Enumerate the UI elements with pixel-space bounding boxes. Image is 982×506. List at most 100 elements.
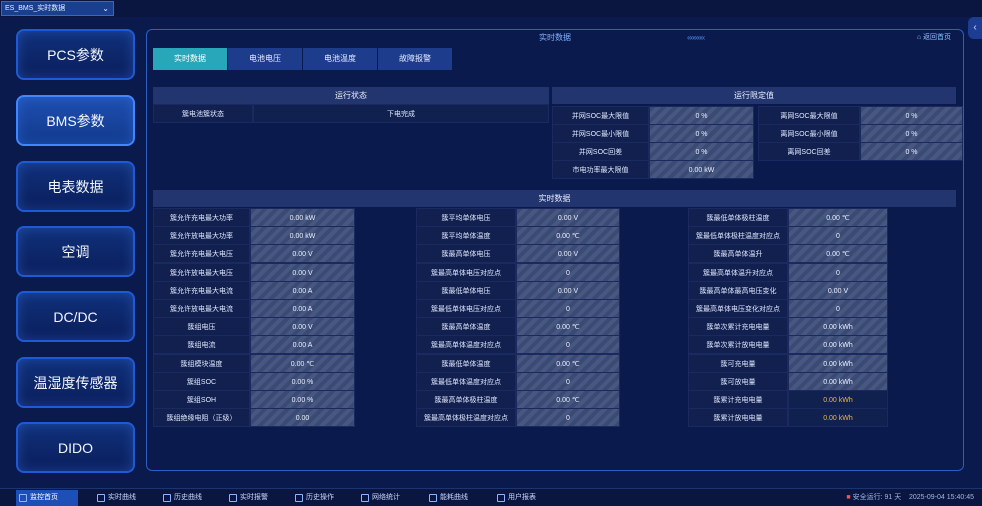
realtime-value: 0.00 ℃ [788,208,888,227]
realtime-value: 0.00 V [250,263,355,282]
nav-button-aircon[interactable]: 空调 [16,226,135,277]
realtime-value: 0.00 V [250,244,355,263]
run-state-header: 运行状态 [153,87,549,104]
nav-button-sensor[interactable]: 温湿度传感器 [16,357,135,408]
home-icon [19,494,27,502]
limit-value: 0.00 kW [649,160,754,179]
realtime-label: 簇允许放电最大电流 [153,299,250,318]
bottom-nav-realtime-curve[interactable]: 实时曲线 [94,490,156,506]
collapse-panel-button[interactable]: ‹ [968,17,982,39]
limit-value: 0 % [860,106,963,125]
realtime-value: 0.00 V [516,281,620,300]
nav-button-label: 空调 [61,244,90,260]
realtime-label: 簇单次累计充电电量 [688,317,788,336]
realtime-value: 0.00 kWh [788,317,888,336]
realtime-label: 簇最高单体温升对应点 [688,263,788,282]
bottom-nav-energy-curve[interactable]: 能耗曲线 [426,490,488,506]
home-link[interactable]: ⌂ 返回首页 [917,30,951,46]
realtime-value: 0.00 kWh [788,390,888,409]
realtime-value: 0.00 ℃ [516,354,620,373]
bottom-nav-label: 实时报警 [240,494,268,501]
realtime-value: 0.00 A [250,299,355,318]
limit-label: 市电功率最大限值 [552,160,649,179]
limit-label: 离网SOC最大限值 [758,106,860,125]
alarm-icon: ■ [846,494,851,501]
realtime-label: 簇最低单体电压对应点 [416,299,516,318]
realtime-label: 簇可充电量 [688,354,788,373]
window-select[interactable]: ES_BMS_实时数据 ⌄ [1,1,114,16]
realtime-label: 簇最高单体温升 [688,244,788,263]
realtime-label: 簇允许充电最大电压 [153,244,250,263]
title-bar: ES_BMS_实时数据 ⌄ [0,0,982,17]
realtime-value: 0.00 ℃ [516,226,620,245]
limit-value: 0 % [649,124,754,143]
bottom-nav-label: 监控首页 [30,494,58,501]
history-curve-icon [163,494,171,502]
network-stats-icon [361,494,369,502]
tab-alarm[interactable]: 故障报警 [378,48,453,70]
tab-bar: 实时数据 电池电压 电池温度 故障报警 [153,48,453,70]
energy-curve-icon [429,494,437,502]
bottom-nav-label: 用户报表 [508,494,536,501]
realtime-label: 簇最低单体电压 [416,281,516,300]
bottom-nav-history-curve[interactable]: 历史曲线 [160,490,222,506]
limit-label: 并网SOC回差 [552,142,649,161]
realtime-label: 簇累计充电电量 [688,390,788,409]
realtime-label: 簇最高单体温度对应点 [416,335,516,354]
nav-button-label: PCS参数 [47,47,104,63]
realtime-label: 簇最低单体极柱温度 [688,208,788,227]
realtime-value: 0 [516,335,620,354]
limit-value: 0 % [649,106,754,125]
bottom-nav-label: 网络统计 [372,494,400,501]
limit-label: 离网SOC最小限值 [758,124,860,143]
bottom-nav-user-report[interactable]: 用户报表 [494,490,556,506]
nav-button-pcs[interactable]: PCS参数 [16,29,135,80]
realtime-label: 簇允许充电最大电流 [153,281,250,300]
realtime-value: 0 [788,299,888,318]
tab-realtime[interactable]: 实时数据 [153,48,228,70]
limit-label: 并网SOC最小限值 [552,124,649,143]
bottom-nav-history-ops[interactable]: 历史操作 [292,490,354,506]
tab-voltage[interactable]: 电池电压 [228,48,303,70]
bottom-nav-realtime-alarm[interactable]: 实时报警 [226,490,288,506]
realtime-label: 簇可放电量 [688,372,788,391]
nav-button-meter[interactable]: 电表数据 [16,161,135,212]
realtime-label: 簇最低单体温度 [416,354,516,373]
realtime-value: 0 [788,226,888,245]
realtime-value: 0.00 ℃ [250,354,355,373]
realtime-label: 簇最低单体极柱温度对应点 [688,226,788,245]
limit-value: 0 % [860,124,963,143]
realtime-value: 0 [516,299,620,318]
user-report-icon [497,494,505,502]
realtime-label: 簇组绝缘电阻（正级） [153,408,250,427]
datetime: 2025-09-04 15:40:45 [909,494,974,501]
panel-title: 实时数据 [539,33,571,42]
realtime-label: 簇最低单体温度对应点 [416,372,516,391]
nav-button-bms[interactable]: BMS参数 [16,95,135,146]
realtime-label: 簇最高单体极柱温度 [416,390,516,409]
bottom-nav-label: 实时曲线 [108,494,136,501]
limits-header: 运行限定值 [552,87,956,104]
realtime-value: 0.00 V [516,208,620,227]
realtime-label: 簇单次累计放电电量 [688,335,788,354]
realtime-value: 0.00 kWh [788,372,888,391]
realtime-value: 0.00 kW [250,226,355,245]
realtime-label: 簇组电压 [153,317,250,336]
realtime-value: 0.00 kWh [788,408,888,427]
realtime-label: 簇最高单体温度 [416,317,516,336]
realtime-value: 0.00 V [516,244,620,263]
tab-temperature[interactable]: 电池温度 [303,48,378,70]
realtime-label: 簇组电流 [153,335,250,354]
nav-button-dcdc[interactable]: DC/DC [16,291,135,342]
realtime-label: 簇组模块温度 [153,354,250,373]
realtime-value: 0.00 A [250,281,355,300]
bottom-nav-network-stats[interactable]: 网络统计 [358,490,420,506]
realtime-label: 簇最高单体电压 [416,244,516,263]
realtime-label: 簇组SOC [153,372,250,391]
nav-button-label: 电表数据 [47,179,104,195]
realtime-label: 簇允许放电最大电压 [153,263,250,282]
bottom-nav-home[interactable]: 监控首页 [16,490,78,506]
realtime-label: 簇允许充电最大功率 [153,208,250,227]
realtime-value: 0.00 % [250,372,355,391]
nav-button-dido[interactable]: DIDO [16,422,135,473]
